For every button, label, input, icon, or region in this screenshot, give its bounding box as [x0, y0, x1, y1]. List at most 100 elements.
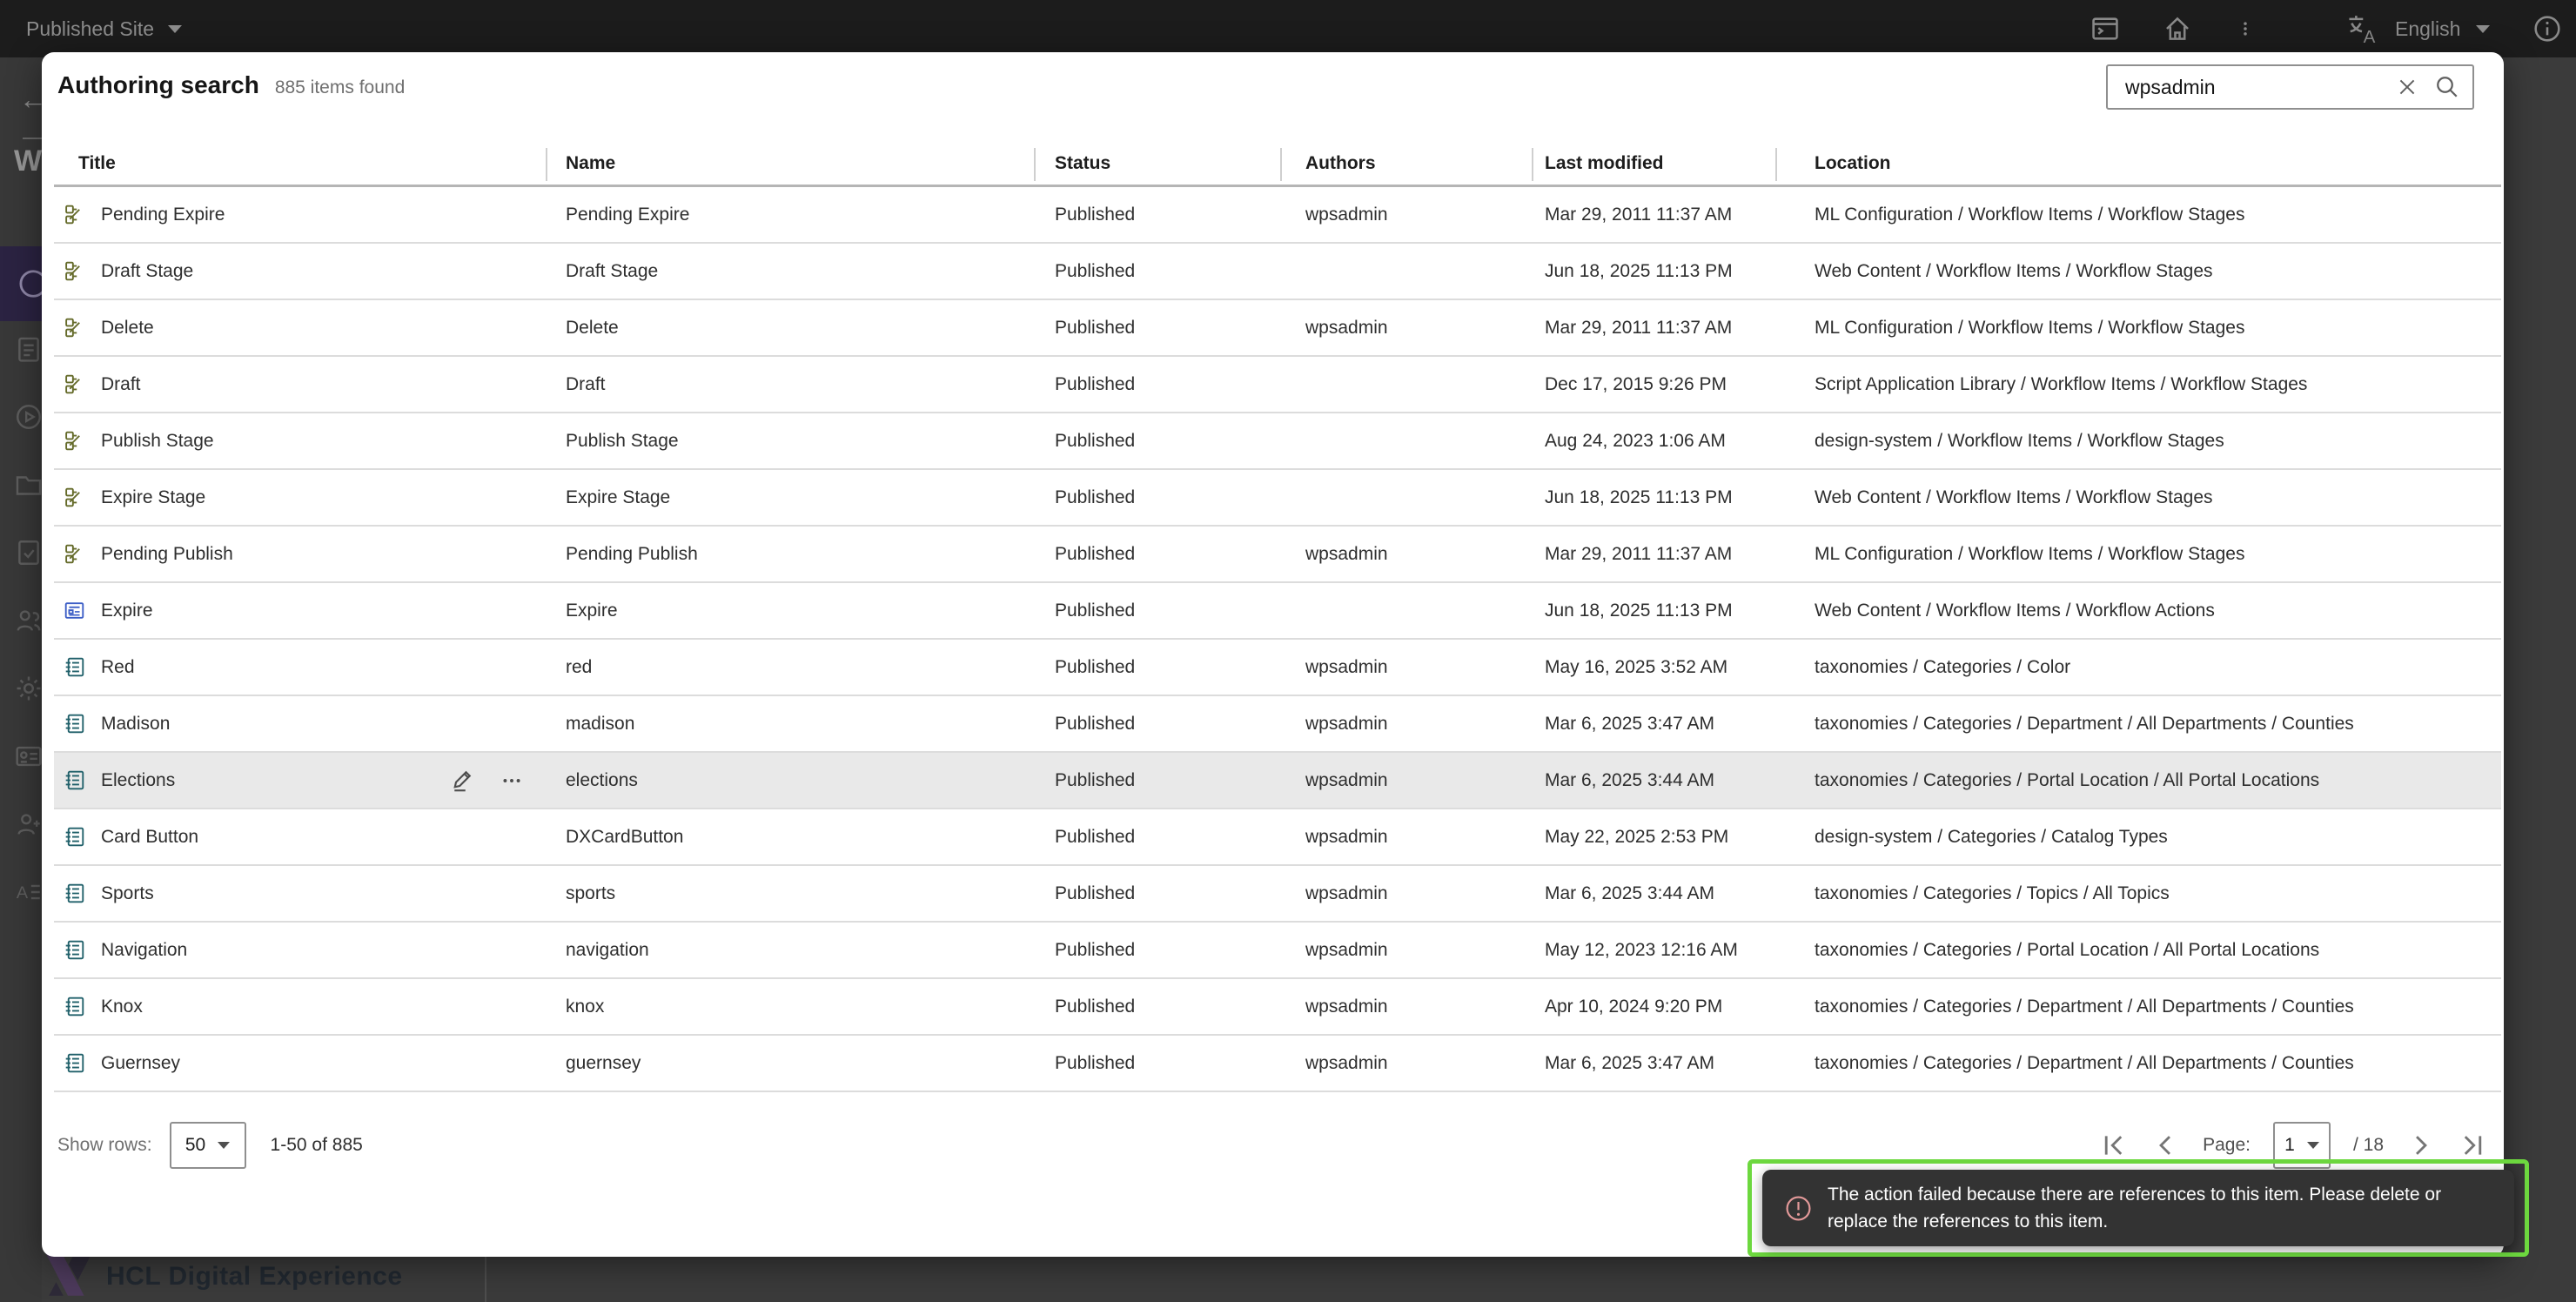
table-row[interactable]: Guernsey guernsey Published wpsadmin Mar… [54, 1036, 2501, 1092]
column-divider [1532, 148, 1533, 181]
table-row[interactable]: Draft Draft Published Dec 17, 2015 9:26 … [54, 357, 2501, 413]
cell-name: guernsey [566, 1053, 1055, 1074]
cell-location: ML Configuration / Workflow Items / Work… [1815, 205, 2501, 225]
site-selector[interactable]: Published Site [26, 0, 182, 57]
cell-name: elections [566, 770, 1055, 791]
column-divider [1280, 148, 1282, 181]
previous-page-button[interactable] [2150, 1131, 2180, 1160]
cell-name: Delete [566, 318, 1055, 339]
category-icon [64, 713, 85, 735]
overflow-menu-icon[interactable] [500, 769, 523, 792]
cell-title: Pending Publish [54, 543, 566, 565]
folder-icon[interactable] [14, 470, 42, 500]
clear-icon[interactable] [2396, 76, 2418, 98]
cell-last-modified: Apr 10, 2024 9:20 PM [1545, 997, 1815, 1017]
table-row[interactable]: Card Button DXCardButton Published wpsad… [54, 809, 2501, 866]
cell-title: Draft Stage [54, 260, 566, 282]
items-found-count: 885 items found [275, 77, 405, 98]
column-header-modified[interactable]: Last modified [1545, 153, 1815, 174]
chevron-down-icon [2476, 25, 2490, 33]
table-row[interactable]: Expire Stage Expire Stage Published Jun … [54, 470, 2501, 527]
table-row[interactable]: Sports sports Published wpsadmin Mar 6, … [54, 866, 2501, 923]
table-row[interactable]: Draft Stage Draft Stage Published Jun 18… [54, 244, 2501, 300]
column-header-name[interactable]: Name [566, 153, 1055, 174]
cell-status: Published [1055, 714, 1305, 735]
translate-icon: A [2345, 12, 2379, 45]
search-icon[interactable] [2434, 74, 2460, 100]
users-icon[interactable] [14, 606, 42, 635]
roles-icon[interactable] [14, 809, 42, 839]
cell-title: Delete [54, 317, 566, 339]
cell-authors: wpsadmin [1305, 544, 1545, 565]
cell-location: taxonomies / Categories / Color [1815, 657, 2501, 678]
cell-last-modified: Mar 6, 2025 3:47 AM [1545, 1053, 1815, 1074]
last-page-button[interactable] [2459, 1131, 2488, 1160]
chevron-down-icon [218, 1142, 230, 1149]
cell-authors: wpsadmin [1305, 827, 1545, 848]
background-page-title: W [14, 144, 42, 178]
cell-status: Published [1055, 205, 1305, 225]
range-text: 1-50 of 885 [271, 1135, 363, 1156]
cell-authors: wpsadmin [1305, 318, 1545, 339]
category-icon [64, 656, 85, 678]
table-row[interactable]: Pending Publish Pending Publish Publishe… [54, 527, 2501, 583]
home-icon[interactable] [2163, 14, 2192, 44]
column-header-authors[interactable]: Authors [1305, 153, 1545, 174]
table-row[interactable]: Expire Expire Published Jun 18, 2025 11:… [54, 583, 2501, 640]
category-icon [64, 769, 85, 791]
hcl-logo [44, 1252, 94, 1300]
table-row[interactable]: Knox knox Published wpsadmin Apr 10, 202… [54, 979, 2501, 1036]
svg-text:A: A [17, 883, 29, 903]
cell-location: taxonomies / Categories / Topics / All T… [1815, 883, 2501, 904]
settings-icon[interactable] [14, 674, 42, 703]
localization-icon[interactable]: A [14, 877, 42, 907]
cell-title: Knox [54, 996, 566, 1017]
info-icon[interactable] [2532, 14, 2562, 44]
cell-status: Published [1055, 487, 1305, 508]
table-row[interactable]: Publish Stage Publish Stage Published Au… [54, 413, 2501, 470]
content-icon[interactable] [14, 334, 42, 364]
search-input[interactable] [2108, 76, 2396, 99]
cell-last-modified: Mar 6, 2025 3:47 AM [1545, 714, 1815, 735]
cell-last-modified: Mar 29, 2011 11:37 AM [1545, 544, 1815, 565]
language-selector[interactable]: A English [2345, 0, 2490, 57]
column-header-location[interactable]: Location [1815, 153, 2501, 174]
cell-title: Madison [54, 713, 566, 735]
sidebar-item-selected[interactable] [0, 246, 42, 321]
console-panel-icon[interactable] [2090, 14, 2120, 44]
back-arrow-icon[interactable]: ← [19, 84, 42, 116]
media-icon[interactable] [14, 402, 42, 432]
cell-authors: wpsadmin [1305, 997, 1545, 1017]
cell-location: Web Content / Workflow Items / Workflow … [1815, 601, 2501, 621]
table-row[interactable]: Madison madison Published wpsadmin Mar 6… [54, 696, 2501, 753]
card-icon[interactable] [14, 742, 42, 771]
row-actions [450, 768, 523, 794]
table-row[interactable]: Red red Published wpsadmin May 16, 2025 … [54, 640, 2501, 696]
table-row[interactable]: Elections elections Published wpsadmin M… [54, 753, 2501, 809]
svg-text:A: A [2364, 27, 2376, 47]
cell-name: navigation [566, 940, 1055, 961]
approval-icon[interactable] [14, 538, 42, 567]
cell-authors: wpsadmin [1305, 883, 1545, 904]
column-header-title[interactable]: Title [54, 153, 566, 174]
chevron-down-icon [168, 25, 182, 33]
table-row[interactable]: Delete Delete Published wpsadmin Mar 29,… [54, 300, 2501, 357]
table-row[interactable]: Pending Expire Pending Expire Published … [54, 187, 2501, 244]
category-icon [64, 939, 85, 961]
overflow-menu-icon[interactable] [2237, 14, 2254, 44]
column-header-status[interactable]: Status [1055, 153, 1305, 174]
cell-name: sports [566, 883, 1055, 904]
current-page-value: 1 [2284, 1135, 2295, 1156]
cell-title: Expire [54, 600, 566, 621]
cell-name: Draft Stage [566, 261, 1055, 282]
total-pages-text: / 18 [2353, 1135, 2384, 1156]
next-page-button[interactable] [2406, 1131, 2436, 1160]
cell-authors: wpsadmin [1305, 940, 1545, 961]
cell-status: Published [1055, 261, 1305, 282]
cell-last-modified: Dec 17, 2015 9:26 PM [1545, 374, 1815, 395]
edit-icon[interactable] [450, 768, 476, 794]
cell-last-modified: May 22, 2025 2:53 PM [1545, 827, 1815, 848]
table-row[interactable]: Navigation navigation Published wpsadmin… [54, 923, 2501, 979]
rows-per-page-select[interactable]: 50 [170, 1122, 246, 1169]
first-page-button[interactable] [2098, 1131, 2128, 1160]
